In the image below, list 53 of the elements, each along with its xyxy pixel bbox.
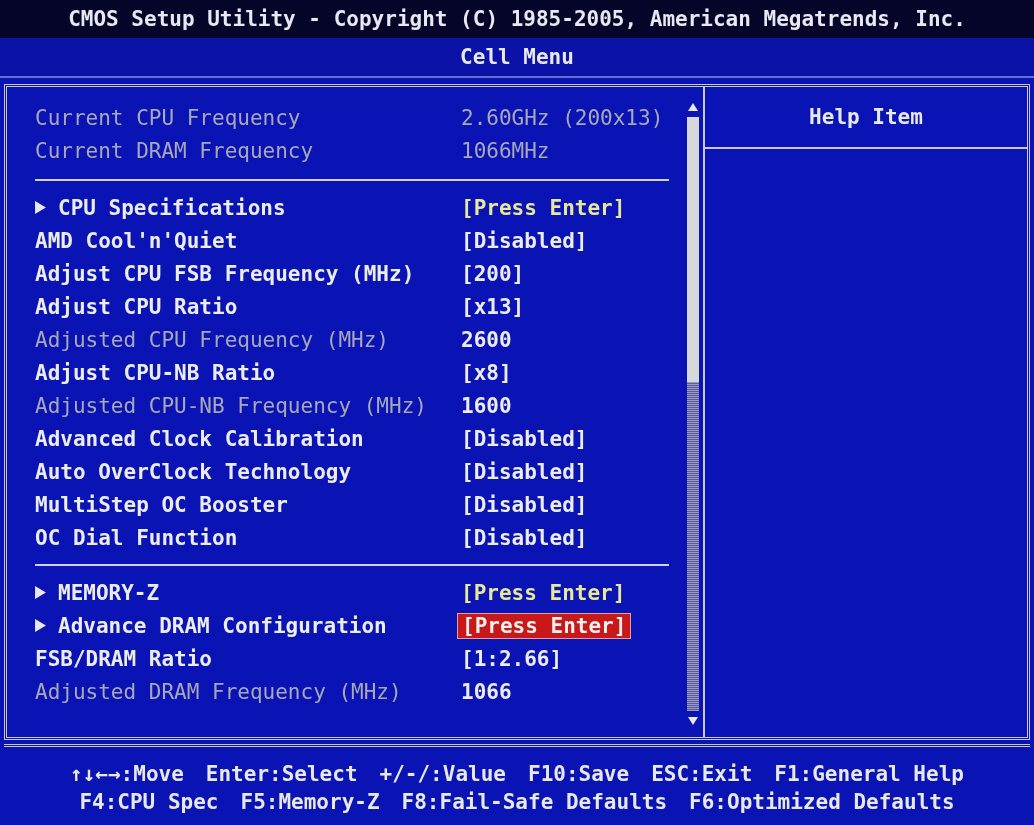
setting-label[interactable]: AMD Cool'n'Quiet [35, 228, 238, 253]
window-title: CMOS Setup Utility - Copyright (C) 1985-2005, American Megatrends, Inc. [68, 7, 966, 31]
setting-value: 1066 [461, 679, 512, 704]
setting-label[interactable]: FSB/DRAM Ratio [35, 646, 212, 671]
key-hint: ↑↓←→:Move [70, 762, 184, 786]
setting-label[interactable]: Auto OverClock Technology [35, 459, 352, 484]
setting-value[interactable]: [Disabled] [461, 492, 588, 517]
key-hint: F8:Fail-Safe Defaults [401, 790, 668, 814]
key-hint: F6:Optimized Defaults [689, 790, 955, 814]
setting-value[interactable]: [200] [461, 261, 525, 286]
setting-label[interactable]: Adjust CPU FSB Frequency (MHz) [35, 261, 415, 286]
help-title: Help Item [809, 105, 923, 129]
key-hint: F10:Save [528, 762, 630, 786]
key-hint: Enter:Select [205, 762, 358, 786]
setting-value: 1066MHz [461, 138, 550, 163]
key-hint: F4:CPU Spec [79, 790, 219, 814]
setting-label[interactable]: MEMORY-Z [58, 580, 160, 605]
setting-label: Adjusted CPU-NB Frequency (MHz) [35, 393, 427, 418]
setting-label: Current DRAM Frequency [35, 138, 314, 163]
scroll-thumb[interactable] [687, 117, 699, 382]
setting-label[interactable]: CPU Specifications [58, 195, 286, 220]
key-hint: ESC:Exit [651, 762, 753, 786]
key-hint: F1:General Help [774, 762, 964, 786]
setting-value[interactable]: [Disabled] [461, 525, 588, 550]
submenu-arrow-icon [35, 586, 46, 599]
scroll-up-arrow-icon[interactable] [688, 103, 698, 111]
submenu-arrow-icon [35, 619, 46, 632]
setting-value: 2.60GHz (200x13) [461, 105, 664, 130]
key-hint: F5:Memory-Z [240, 790, 380, 814]
setting-label: Adjusted CPU Frequency (MHz) [35, 327, 389, 352]
setting-value[interactable]: [x8] [461, 360, 512, 385]
setting-value[interactable]: [Press Enter] [457, 612, 632, 639]
setting-value: 1600 [461, 393, 512, 418]
scroll-down-arrow-icon[interactable] [688, 717, 698, 725]
setting-value[interactable]: [Disabled] [461, 459, 588, 484]
setting-label[interactable]: MultiStep OC Booster [35, 492, 288, 517]
setting-label[interactable]: Advanced Clock Calibration [35, 426, 364, 451]
setting-value[interactable]: [Press Enter] [461, 195, 626, 220]
setting-label[interactable]: OC Dial Function [35, 525, 238, 550]
setting-label: Adjusted DRAM Frequency (MHz) [35, 679, 402, 704]
setting-value[interactable]: [1:2.66] [461, 646, 563, 671]
setting-value[interactable]: [x13] [461, 294, 525, 319]
setting-value[interactable]: [Disabled] [461, 426, 588, 451]
setting-label: Current CPU Frequency [35, 105, 301, 130]
setting-label[interactable]: Advance DRAM Configuration [58, 613, 387, 638]
setting-value[interactable]: [Press Enter] [461, 580, 626, 605]
menu-title: Cell Menu [460, 45, 574, 69]
key-hint: +/-/:Value [379, 762, 506, 786]
submenu-arrow-icon [35, 201, 46, 214]
setting-label[interactable]: Adjust CPU-NB Ratio [35, 360, 276, 385]
setting-value[interactable]: [Disabled] [461, 228, 588, 253]
setting-value: 2600 [461, 327, 512, 352]
setting-label[interactable]: Adjust CPU Ratio [35, 294, 238, 319]
